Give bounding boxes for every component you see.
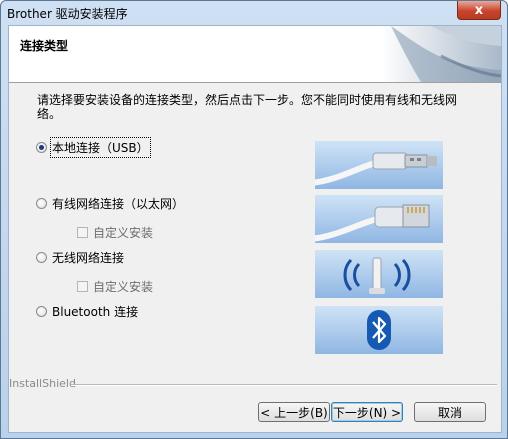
installer-window: Brother 驱动安装程序 x 连接类型 请选择要安装设备的连接类型，然后点击: [0, 0, 508, 439]
footer-separator: [71, 384, 497, 386]
back-button[interactable]: < 上一步(B): [258, 402, 330, 422]
radio-wireless-indicator[interactable]: [36, 252, 47, 263]
ethernet-cable-image: [315, 195, 443, 243]
cancel-button[interactable]: 取消: [414, 402, 486, 422]
radio-wired-label: 有线网络连接（以太网）: [52, 197, 185, 211]
instruction-text: 请选择要安装设备的连接类型，然后点击下一步。您不能同时使用有线和无线网络。: [37, 93, 458, 121]
radio-usb-label: 本地连接（USB）: [50, 137, 151, 158]
radio-wired-indicator[interactable]: [36, 198, 47, 209]
checkbox-wireless-indicator[interactable]: [77, 281, 88, 292]
radio-bluetooth-indicator[interactable]: [36, 306, 47, 317]
header-decoration-image: [381, 26, 501, 82]
checkbox-wired-custom-install[interactable]: 自定义安装: [77, 224, 153, 241]
radio-bluetooth[interactable]: Bluetooth 连接: [36, 303, 138, 320]
bluetooth-image: [315, 306, 443, 354]
usb-cable-image: [315, 141, 443, 189]
header-banner: 连接类型: [9, 26, 501, 83]
title-bar[interactable]: Brother 驱动安装程序 x: [1, 1, 507, 25]
close-button[interactable]: x: [457, 1, 501, 20]
installshield-brand: InstallShield: [9, 377, 76, 390]
page-title: 连接类型: [20, 39, 69, 53]
wireless-access-point-image: [315, 250, 443, 298]
next-button[interactable]: 下一步(N) >: [331, 402, 403, 422]
close-icon: x: [474, 2, 484, 18]
radio-usb-indicator[interactable]: [36, 142, 47, 153]
checkbox-wireless-custom-install[interactable]: 自定义安装: [77, 278, 153, 295]
radio-wired-network[interactable]: 有线网络连接（以太网）: [36, 195, 184, 212]
checkbox-wired-label: 自定义安装: [93, 226, 154, 240]
checkbox-wireless-label: 自定义安装: [93, 280, 154, 294]
radio-wireless-label: 无线网络连接: [52, 251, 125, 265]
window-title: Brother 驱动安装程序: [7, 7, 128, 21]
radio-wireless-network[interactable]: 无线网络连接: [36, 249, 124, 266]
radio-usb[interactable]: 本地连接（USB）: [36, 137, 151, 158]
dialog-body: 连接类型 请选择要安装设备的连接类型，然后点击下一步。您不能同时使用有线和无线网…: [8, 25, 502, 433]
radio-bluetooth-label: Bluetooth 连接: [52, 305, 139, 319]
checkbox-wired-indicator[interactable]: [77, 227, 88, 238]
